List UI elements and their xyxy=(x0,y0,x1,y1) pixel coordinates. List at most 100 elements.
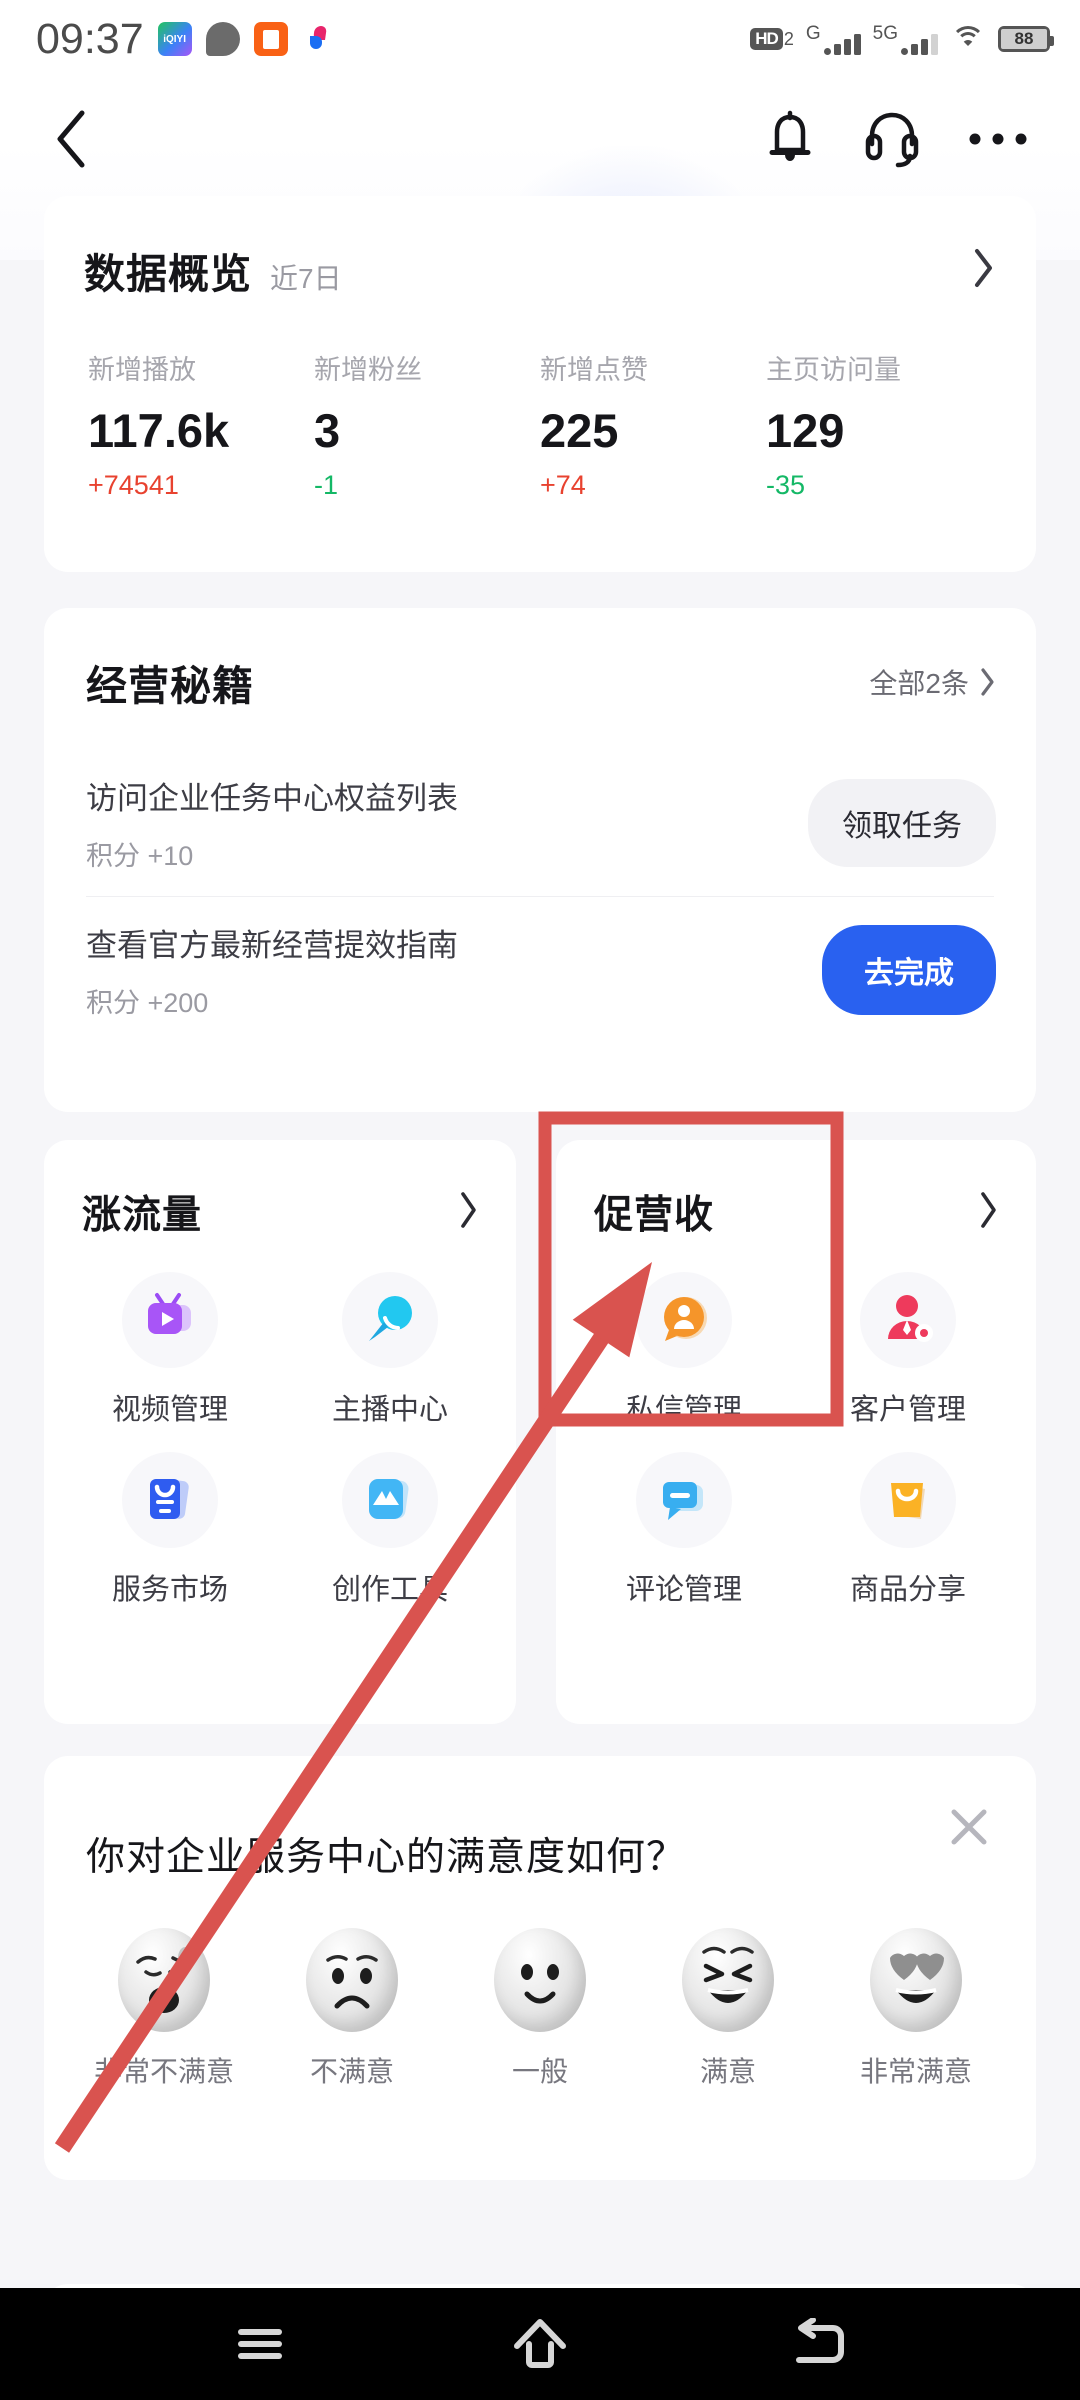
survey-question: 你对企业服务中心的满意度如何？ xyxy=(86,1836,687,1879)
overview-stat-value: 3 xyxy=(314,404,341,457)
shopping-bag-icon xyxy=(860,1452,956,1548)
face-very-unhappy[interactable] xyxy=(118,1928,210,2032)
tasks-view-all[interactable]: 全部2条 xyxy=(869,662,996,702)
tasks-chevron-right-icon xyxy=(981,668,994,696)
task-points: 积分 +10 xyxy=(86,841,194,871)
microphone-icon xyxy=(342,1272,438,1368)
survey-option-label: 非常不满意 xyxy=(93,2056,234,2087)
iqiyi-icon: iQIYI xyxy=(157,22,192,56)
comment-icon xyxy=(636,1452,732,1548)
feature-item[interactable]: 视频管理 xyxy=(60,1272,280,1428)
chat-bubble-icon xyxy=(205,22,240,56)
hd-sim-index: 2 xyxy=(783,29,794,50)
headset-icon[interactable] xyxy=(864,110,920,168)
video-tv-icon xyxy=(122,1272,218,1368)
face-love[interactable] xyxy=(870,1928,962,2032)
task-row: 访问企业任务中心权益列表积分 +10 领取任务 xyxy=(44,750,1036,896)
task-text-group: 查看官方最新经营提效指南 积分 +200 xyxy=(86,920,458,1020)
feature-item-label: 客户管理 xyxy=(849,1394,966,1426)
message-person-icon xyxy=(636,1272,732,1368)
feature-item[interactable]: 私信管理 xyxy=(572,1272,796,1428)
feature-card-title: 促营收 xyxy=(594,1194,715,1237)
feature-card-traffic: 涨流量视频管理 主播中心服务市场 创作工具 xyxy=(44,1140,516,1724)
creation-tool-icon xyxy=(342,1452,438,1548)
survey-option[interactable]: 一般 xyxy=(446,1928,634,2090)
overview-stat-label: 新增粉丝 xyxy=(314,355,422,385)
survey-option[interactable]: 非常不满意 xyxy=(70,1928,258,2090)
app-header xyxy=(0,84,1080,194)
android-navigation-bar xyxy=(0,2288,1080,2400)
overview-stat-value: 129 xyxy=(766,404,845,457)
overview-stat-delta: +74 xyxy=(540,470,586,500)
more-dots-icon[interactable] xyxy=(968,129,1028,149)
overview-stat-delta: +74541 xyxy=(88,470,179,500)
survey-options-row: 非常不满意 不满意 一般 满意 非常满意 xyxy=(44,1882,1036,2090)
task-name: 访问企业任务中心权益列表 xyxy=(86,781,458,816)
feature-card-chevron-right-icon[interactable] xyxy=(458,1190,480,1235)
signal-bars-1 xyxy=(823,33,861,55)
overview-stat: 新增粉丝 3 -1 xyxy=(314,348,540,501)
back-icon[interactable] xyxy=(750,2288,890,2400)
overview-header: 数据概览 近7日 xyxy=(44,196,1036,300)
overview-stat-label: 主页访问量 xyxy=(766,355,901,385)
bag-glyph xyxy=(262,29,279,49)
overview-stat-delta: -35 xyxy=(766,470,806,500)
close-icon[interactable] xyxy=(944,1802,994,1852)
signal-sim2: 5G xyxy=(873,24,938,55)
feature-item-label: 服务市场 xyxy=(111,1574,228,1606)
overview-stats-row: 新增播放 117.6k +74541 新增粉丝 3 -1 新增点赞 225 +74 主页访问量 12… xyxy=(44,300,1036,501)
overview-stat-delta: -1 xyxy=(314,470,339,500)
task-name: 查看官方最新经营提效指南 xyxy=(86,928,458,963)
home-icon[interactable] xyxy=(470,2288,610,2400)
status-clock: 09:37 xyxy=(36,14,144,63)
feature-item-label: 创作工具 xyxy=(331,1574,448,1606)
survey-option-label: 不满意 xyxy=(309,2056,394,2087)
task-text-group: 访问企业任务中心权益列表积分 +10 xyxy=(86,773,458,873)
tasks-header: 经营秘籍 全部2条 xyxy=(44,608,1036,712)
status-bar-right: HD 2 G 5G 88 xyxy=(750,22,1054,55)
survey-option[interactable]: 非常满意 xyxy=(822,1928,1010,2090)
bell-icon[interactable] xyxy=(764,110,816,168)
face-unhappy[interactable] xyxy=(306,1928,398,2032)
pink-shape-2 xyxy=(309,36,322,49)
status-bar: 09:37 iQIYI HD 2 G 5G 88 xyxy=(0,0,1080,78)
survey-option[interactable]: 不满意 xyxy=(258,1928,446,2090)
feature-item-label: 评论管理 xyxy=(625,1574,742,1606)
menu-icon[interactable] xyxy=(190,2288,330,2400)
wifi-icon xyxy=(950,26,986,52)
phone-screen: 09:37 iQIYI HD 2 G 5G 88 数据概览 近7日 新增播放 1… xyxy=(0,0,1080,2400)
data-overview-card[interactable]: 数据概览 近7日 新增播放 117.6k +74541 新增粉丝 3 -1 新增点赞 225 +… xyxy=(44,196,1036,572)
back-chevron-icon[interactable] xyxy=(50,107,94,171)
face-happy[interactable] xyxy=(682,1928,774,2032)
iqiyi-icon-text: iQIYI xyxy=(163,33,186,45)
feature-item[interactable]: 主播中心 xyxy=(280,1272,500,1428)
feature-item[interactable]: 客户管理 xyxy=(796,1272,1020,1428)
feature-item[interactable]: 创作工具 xyxy=(280,1452,500,1608)
overview-stat: 主页访问量 129 -35 xyxy=(766,348,992,501)
feature-item[interactable]: 商品分享 xyxy=(796,1452,1020,1608)
signal-bars-2 xyxy=(901,33,938,55)
overview-title: 数据概览 xyxy=(84,251,252,297)
battery-percent-label: 88 xyxy=(1001,29,1047,49)
feature-card-chevron-right-icon[interactable] xyxy=(978,1190,1000,1235)
feature-card-grid-traffic: 视频管理 主播中心服务市场 创作工具 xyxy=(44,1240,516,1632)
header-actions xyxy=(764,110,1028,168)
overview-subtitle: 近7日 xyxy=(270,263,342,294)
overview-stat: 新增播放 117.6k +74541 xyxy=(88,348,314,501)
feature-card-header-traffic[interactable]: 涨流量 xyxy=(44,1140,516,1240)
feature-item[interactable]: 服务市场 xyxy=(60,1452,280,1608)
survey-option-label: 一般 xyxy=(511,2056,568,2087)
task-action-button[interactable]: 领取任务 xyxy=(808,779,996,867)
survey-option[interactable]: 满意 xyxy=(634,1928,822,2090)
task-action-button[interactable]: 去完成 xyxy=(822,925,996,1015)
feature-card-revenue: 促营收私信管理 客户管理评论管理 商品分享 xyxy=(556,1140,1036,1724)
feature-item[interactable]: 评论管理 xyxy=(572,1452,796,1608)
overview-stat-label: 新增播放 xyxy=(88,355,196,385)
survey-option-label: 非常满意 xyxy=(859,2056,972,2087)
face-neutral[interactable] xyxy=(494,1928,586,2032)
overview-chevron-right-icon[interactable] xyxy=(972,247,996,294)
feature-card-title: 涨流量 xyxy=(82,1194,203,1237)
sim1-generation-label: G xyxy=(805,22,821,44)
feature-card-header-revenue[interactable]: 促营收 xyxy=(556,1140,1036,1240)
survey-option-label: 满意 xyxy=(699,2056,756,2087)
